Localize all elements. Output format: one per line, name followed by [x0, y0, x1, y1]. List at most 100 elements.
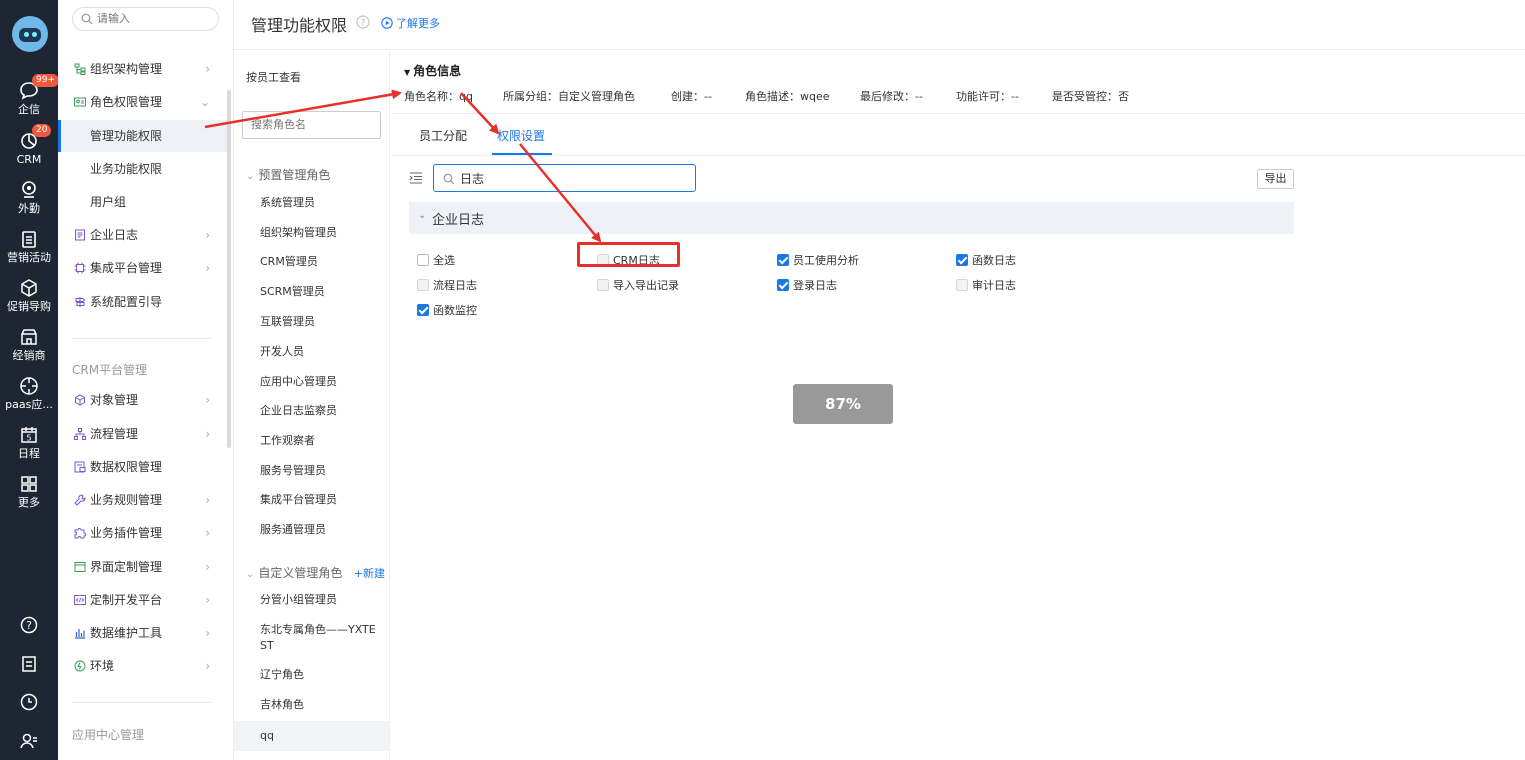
role-item[interactable]: CRM管理员 — [234, 254, 389, 270]
role-group-field: 所属分组：自定义管理角色 — [503, 90, 635, 103]
rail-item-chat[interactable]: 企信 99+ — [0, 74, 59, 116]
rail-item-promo[interactable]: 促销导购 — [0, 277, 58, 313]
menu-search-input[interactable] — [97, 10, 207, 28]
permission-search-input[interactable] — [460, 169, 680, 187]
role-item[interactable]: 服务号管理员 — [234, 463, 389, 479]
role-modified-field: 最后修改：-- — [860, 90, 923, 103]
custom-roles-group[interactable]: ⌄ 自定义管理角色 — [246, 564, 342, 581]
menu-ui-customization[interactable]: 界面定制管理 › — [58, 551, 228, 583]
search-icon — [443, 173, 455, 185]
new-role-button[interactable]: +新建 — [354, 565, 385, 581]
rail-item-dealer[interactable]: 经销商 — [0, 326, 58, 362]
menu-environment[interactable]: 环境 › — [58, 650, 228, 682]
box-icon — [21, 279, 37, 297]
menu-business-plugins[interactable]: 业务插件管理 › — [58, 517, 228, 549]
role-item[interactable]: 企业日志监察员 — [234, 403, 389, 419]
role-search-input[interactable] — [242, 111, 381, 139]
store-icon — [21, 329, 37, 345]
rail-item-paas[interactable]: paas应... — [0, 375, 58, 411]
menu-enterprise-log[interactable]: 企业日志 › — [58, 219, 228, 251]
menu-integration-platform[interactable]: 集成平台管理 › — [58, 252, 228, 284]
menu-admin-func-permission[interactable]: 管理功能权限 — [58, 120, 228, 152]
section-enterprise-log[interactable]: ⌄ 企业日志 — [409, 202, 1294, 234]
role-item[interactable]: SCRM管理员 — [234, 284, 389, 300]
learn-more-link[interactable]: 了解更多 — [381, 15, 440, 31]
menu-org-structure[interactable]: 组织架构管理 › — [58, 53, 228, 85]
sidebar-scrollbar[interactable] — [227, 90, 231, 448]
tab-permission-settings[interactable]: 权限设置 — [497, 127, 545, 144]
menu-search[interactable] — [72, 7, 219, 31]
tab-employee-assignment[interactable]: 员工分配 — [419, 127, 467, 144]
menu-data-maintenance[interactable]: 数据维护工具 › — [58, 617, 228, 649]
history-button[interactable] — [0, 692, 58, 715]
checkbox[interactable] — [417, 254, 429, 266]
profile-button[interactable] — [0, 731, 58, 754]
menu-process-management[interactable]: 流程管理 › — [58, 418, 228, 450]
rail-item-field[interactable]: 外勤 — [0, 179, 58, 215]
role-item[interactable]: 应用中心管理员 — [234, 374, 389, 390]
checkbox-checked[interactable] — [956, 254, 968, 266]
role-info-title[interactable]: ▼ 角色信息 — [404, 62, 461, 79]
menu-system-config-guide[interactable]: 系统配置引导 — [58, 286, 228, 318]
window-icon — [74, 562, 86, 572]
role-item[interactable]: 系统管理员 — [234, 195, 389, 211]
role-item[interactable]: 吉林角色 — [234, 697, 389, 713]
help-button[interactable]: ? — [0, 615, 58, 638]
checkbox-disabled[interactable] — [597, 279, 609, 291]
menu-divider — [72, 338, 212, 339]
menu-custom-dev-platform[interactable]: 定制开发平台 › — [58, 584, 228, 616]
unread-badge: 99+ — [32, 74, 59, 87]
page-title: 管理功能权限 — [251, 16, 348, 35]
question-icon: ? — [20, 616, 38, 634]
checkbox-checked[interactable] — [777, 279, 789, 291]
checkbox-checked[interactable] — [417, 304, 429, 316]
role-item-selected[interactable]: qq — [234, 721, 389, 751]
role-item[interactable]: 东北专属角色——YXTEST — [234, 622, 389, 654]
app-rail: 企信 99+ CRM 20 外勤 营销活动 促销导购 经销商 paas应... … — [0, 0, 59, 760]
role-item[interactable]: 服务通管理员 — [234, 522, 389, 538]
perm-function-monitor[interactable]: 函数监控 — [417, 302, 477, 318]
perm-process-log[interactable]: 流程日志 — [417, 277, 477, 293]
notes-button[interactable] — [0, 654, 58, 677]
menu-role-permission[interactable]: 角色权限管理 ⌄ — [58, 86, 228, 118]
role-item[interactable]: 组织架构管理员 — [234, 225, 389, 241]
perm-import-export-records[interactable]: 导入导出记录 — [597, 277, 679, 293]
rail-item-crm[interactable]: CRM 20 — [0, 124, 58, 166]
perm-login-log[interactable]: 登录日志 — [777, 277, 837, 293]
menu-data-permission[interactable]: 数据权限管理 — [58, 451, 228, 483]
clock-icon — [20, 693, 38, 711]
rail-item-more[interactable]: 更多 — [0, 473, 58, 509]
menu-user-group[interactable]: 用户组 — [58, 186, 228, 218]
view-by-employee-link[interactable]: 按员工查看 — [246, 69, 301, 85]
role-list-panel: 按员工查看 ⌄预置管理角色 系统管理员 组织架构管理员 CRM管理员 SCRM管… — [234, 50, 390, 760]
app-logo[interactable] — [12, 16, 48, 52]
role-item[interactable]: 集成平台管理员 — [234, 492, 389, 508]
admin-sidebar: 组织架构管理 › 角色权限管理 ⌄ 管理功能权限 业务功能权限 用户组 企业日志… — [58, 0, 234, 760]
checkbox-disabled[interactable] — [417, 279, 429, 291]
help-icon[interactable]: ? — [356, 15, 370, 29]
role-item[interactable]: 辽宁角色 — [234, 667, 389, 683]
permission-search[interactable] — [433, 164, 696, 192]
menu-business-rules[interactable]: 业务规则管理 › — [58, 484, 228, 516]
grid-icon — [21, 476, 37, 492]
perm-select-all[interactable]: 全选 — [417, 252, 455, 268]
chevron-right-icon: › — [205, 593, 210, 607]
perm-employee-usage-analysis[interactable]: 员工使用分析 — [777, 252, 859, 268]
rail-item-marketing[interactable]: 营销活动 — [0, 228, 58, 264]
perm-function-log[interactable]: 函数日志 — [956, 252, 1016, 268]
info-divider — [391, 113, 1525, 114]
export-button[interactable]: 导出 — [1257, 169, 1294, 189]
menu-object-management[interactable]: 对象管理 › — [58, 384, 228, 416]
preset-roles-group[interactable]: ⌄ 预置管理角色 — [246, 166, 330, 183]
rail-item-schedule[interactable]: 5 日程 — [0, 424, 58, 460]
role-item[interactable]: 工作观察者 — [234, 433, 389, 449]
role-item[interactable]: 互联管理员 — [234, 314, 389, 330]
menu-business-func-permission[interactable]: 业务功能权限 — [58, 153, 228, 185]
perm-audit-log[interactable]: 审计日志 — [956, 277, 1016, 293]
checkbox-disabled[interactable] — [956, 279, 968, 291]
role-item[interactable]: 开发人员 — [234, 344, 389, 360]
wrench-icon — [74, 494, 86, 506]
checkbox-checked[interactable] — [777, 254, 789, 266]
collapse-tree-icon[interactable] — [409, 172, 423, 184]
role-item[interactable]: 分管小组管理员 — [234, 592, 389, 608]
